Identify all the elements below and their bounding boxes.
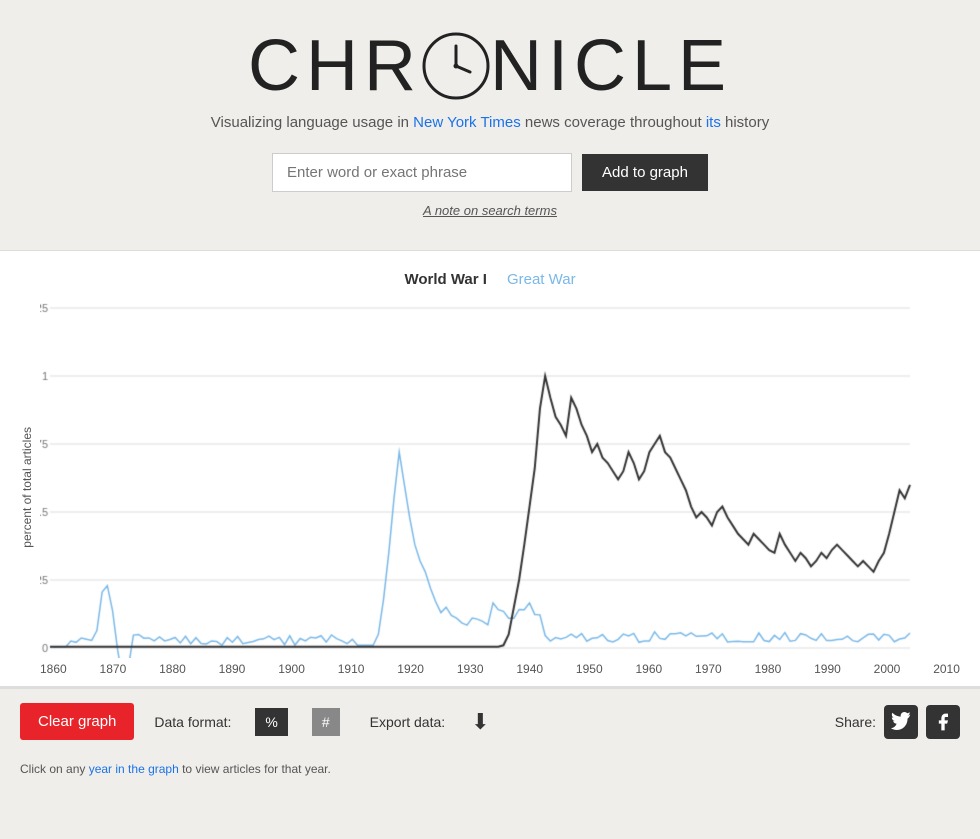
title-text-left: CHR	[248, 30, 422, 102]
share-label: Share:	[835, 714, 876, 730]
footer-note-highlight: year in the graph	[89, 762, 179, 776]
add-to-graph-button[interactable]: Add to graph	[582, 154, 708, 191]
twitter-share-button[interactable]	[884, 705, 918, 739]
subtitle-highlight-its: its	[706, 114, 721, 131]
share-area: Share:	[835, 705, 960, 739]
search-area: Add to graph	[20, 153, 960, 192]
export-label: Export data:	[370, 714, 446, 730]
subtitle-highlight-nyt: New York Times	[413, 114, 521, 131]
graph-container: percent of total articles 1860 1870 1880…	[20, 298, 960, 676]
chart-area[interactable]: 1860 1870 1880 1890 1900 1910 1920 1930 …	[40, 298, 960, 676]
percent-format-button[interactable]: %	[255, 708, 287, 736]
footer-toolbar: Clear graph Data format: % # Export data…	[0, 687, 980, 754]
data-format-label: Data format:	[154, 714, 231, 730]
footer-note: Click on any year in the graph to view a…	[0, 754, 980, 786]
y-axis-label: percent of total articles	[20, 427, 34, 548]
legend-item-great-war[interactable]: Great War	[507, 271, 576, 288]
chart-canvas[interactable]	[40, 298, 920, 658]
legend-item-world-war[interactable]: World War I	[404, 271, 487, 288]
header: CHR NICLE Visualizing language usage in …	[0, 0, 980, 250]
x-axis-labels: 1860 1870 1880 1890 1900 1910 1920 1930 …	[40, 658, 960, 676]
clock-icon	[422, 32, 490, 100]
app-title: CHR NICLE	[20, 30, 960, 102]
facebook-share-button[interactable]	[926, 705, 960, 739]
legend: World War I Great War	[20, 271, 960, 288]
search-input[interactable]	[272, 153, 572, 192]
export-download-icon[interactable]: ⬇	[471, 709, 489, 735]
subtitle: Visualizing language usage in New York T…	[20, 114, 960, 131]
search-note-link[interactable]: A note on search terms	[423, 203, 557, 218]
clear-graph-button[interactable]: Clear graph	[20, 703, 134, 740]
graph-section: World War I Great War percent of total a…	[0, 250, 980, 687]
title-text-right: NICLE	[490, 30, 732, 102]
count-format-button[interactable]: #	[312, 708, 340, 736]
search-note: A note on search terms	[20, 202, 960, 220]
